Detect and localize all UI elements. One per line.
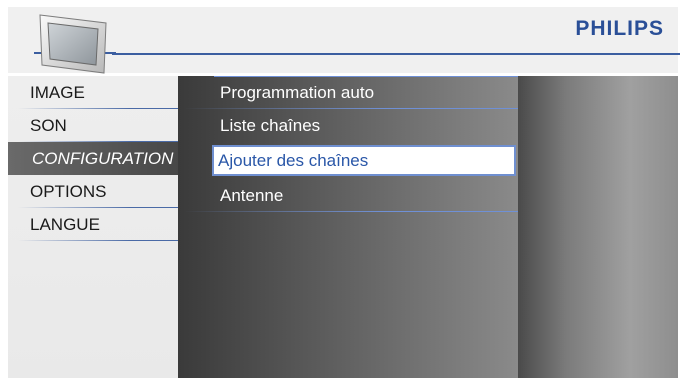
main-menu-item-options[interactable]: OPTIONS xyxy=(8,175,178,208)
brand-logo: PHILIPS xyxy=(575,17,664,40)
tv-menu-screen: PHILIPS IMAGE SON CONFIGURATION OPTIONS … xyxy=(0,0,683,378)
detail-panel xyxy=(518,76,678,378)
sub-menu-item-antenne[interactable]: Antenne xyxy=(184,179,518,212)
main-menu-item-label: OPTIONS xyxy=(30,182,107,201)
main-menu: IMAGE SON CONFIGURATION OPTIONS LANGUE xyxy=(8,76,178,378)
header-divider xyxy=(112,53,680,55)
main-menu-item-langue[interactable]: LANGUE xyxy=(8,208,178,241)
item-divider xyxy=(184,211,518,212)
main-menu-item-label: CONFIGURATION xyxy=(32,149,174,168)
menu-header: PHILIPS xyxy=(8,7,680,74)
sub-menu-item-programmation-auto[interactable]: Programmation auto xyxy=(184,76,518,109)
main-menu-item-label: LANGUE xyxy=(30,215,100,234)
sub-menu-item-label: Liste chaînes xyxy=(220,116,321,135)
main-menu-item-image[interactable]: IMAGE xyxy=(8,76,178,109)
main-menu-item-configuration[interactable]: CONFIGURATION xyxy=(8,142,178,175)
item-divider xyxy=(18,240,178,241)
main-menu-item-label: IMAGE xyxy=(30,83,85,102)
sub-menu-item-ajouter-des-chaines[interactable]: Ajouter des chaînes xyxy=(212,145,516,176)
tv-monitor-icon xyxy=(20,7,120,77)
sub-menu-item-label: Ajouter des chaînes xyxy=(218,151,369,170)
main-menu-item-label: SON xyxy=(30,116,67,135)
menu-body: IMAGE SON CONFIGURATION OPTIONS LANGUE P… xyxy=(8,76,678,378)
sub-menu-item-label: Programmation auto xyxy=(220,83,375,102)
sub-menu-item-label: Antenne xyxy=(220,186,284,205)
main-menu-item-son[interactable]: SON xyxy=(8,109,178,142)
sub-menu-item-liste-chaines[interactable]: Liste chaînes xyxy=(184,109,518,142)
sub-menu: Programmation auto Liste chaînes Ajouter… xyxy=(178,76,518,378)
